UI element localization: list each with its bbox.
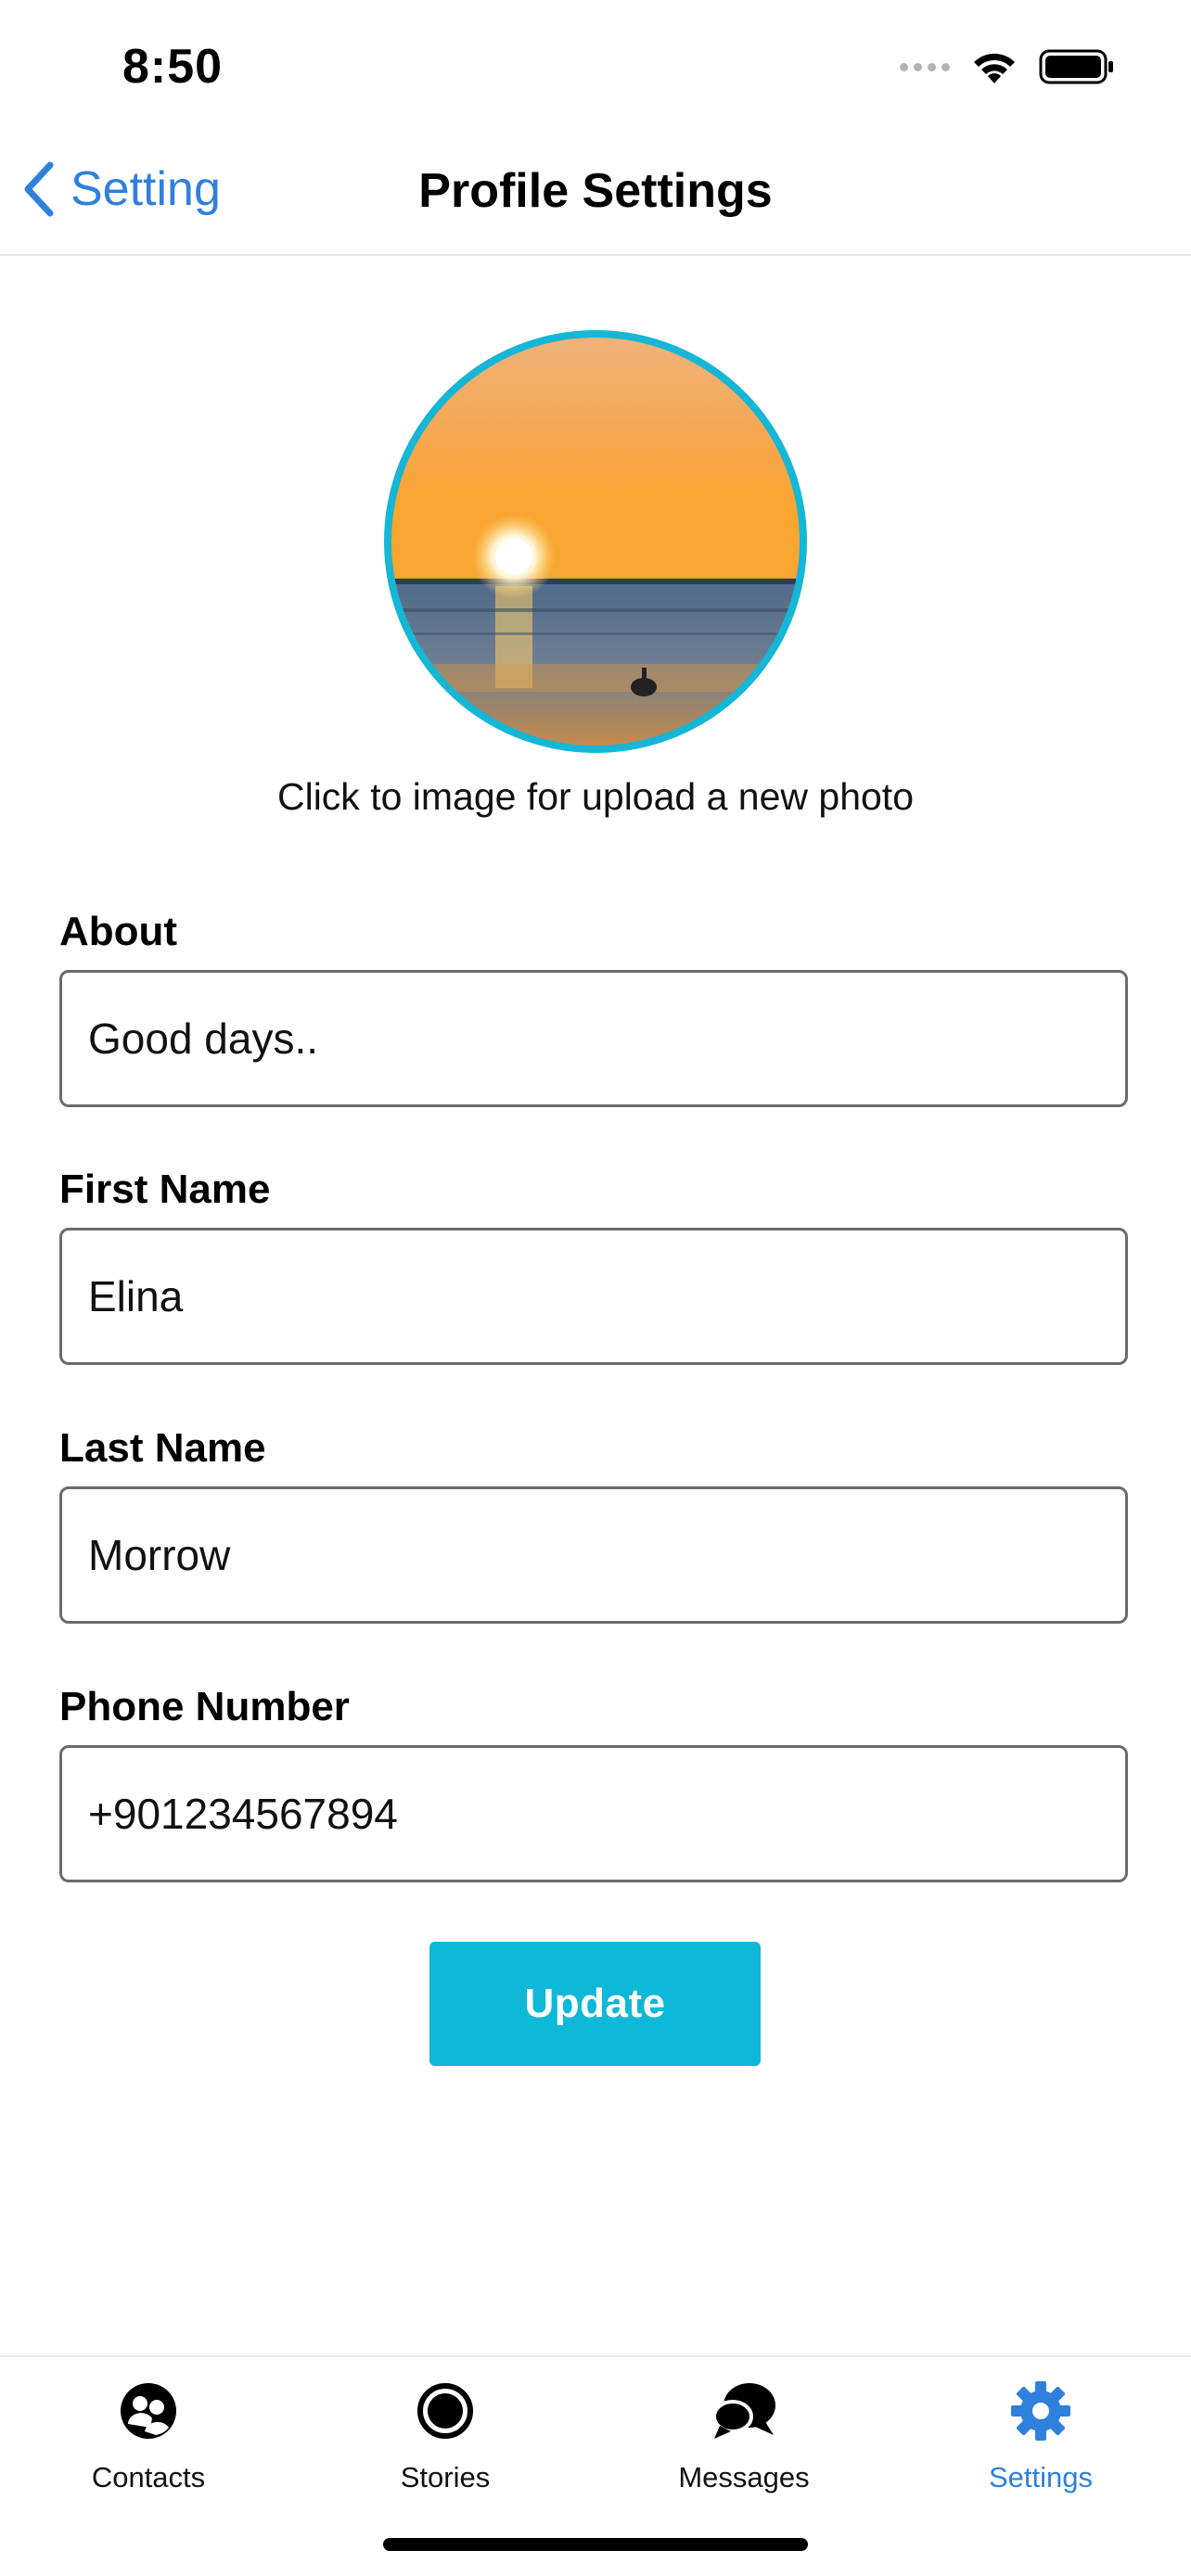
tab-settings[interactable]: Settings: [892, 2374, 1189, 2494]
last-name-input[interactable]: [88, 1489, 1090, 1621]
about-input[interactable]: [88, 973, 1090, 1104]
phone-number-label: Phone Number: [59, 1684, 350, 1729]
tab-messages-label: Messages: [678, 2461, 810, 2493]
navigation-bar: Setting Profile Settings: [0, 139, 1191, 256]
messages-icon: [712, 2383, 775, 2439]
first-name-input[interactable]: [88, 1231, 1090, 1362]
tab-settings-label: Settings: [988, 2461, 1093, 2493]
phone-number-field-box[interactable]: [59, 1745, 1128, 1882]
profile-photo-button[interactable]: [384, 330, 807, 753]
sunset-photo-image: [391, 338, 800, 746]
tab-stories-label: Stories: [400, 2461, 491, 2493]
contacts-icon: [121, 2383, 176, 2439]
about-label: About: [59, 909, 178, 954]
last-name-label: Last Name: [59, 1425, 266, 1471]
about-field-box[interactable]: [59, 970, 1128, 1107]
profile-settings-screen: 8:50 Setting Profile Settings Click to i…: [0, 0, 1191, 2576]
page-title: Profile Settings: [418, 164, 773, 218]
status-time: 8:50: [122, 40, 224, 94]
first-name-field-box[interactable]: [59, 1228, 1128, 1365]
stories-icon: [417, 2383, 473, 2439]
profile-photo: [391, 338, 800, 746]
home-indicator[interactable]: [383, 2538, 808, 2551]
tab-stories[interactable]: Stories: [297, 2374, 594, 2494]
phone-number-input[interactable]: [88, 1748, 1090, 1880]
tab-messages[interactable]: Messages: [596, 2374, 892, 2494]
upload-photo-hint: Click to image for upload a new photo: [276, 775, 914, 818]
battery-icon: [1039, 49, 1113, 84]
tab-contacts-label: Contacts: [91, 2461, 206, 2493]
tab-contacts[interactable]: Contacts: [0, 2374, 297, 2494]
cellular-signal-icon: [900, 62, 950, 71]
first-name-label: First Name: [59, 1167, 271, 1212]
update-button[interactable]: Update: [429, 1942, 761, 2066]
gear-icon: [1011, 2381, 1070, 2441]
status-indicators: [900, 48, 1115, 85]
wifi-icon: [974, 53, 1015, 83]
last-name-field-box[interactable]: [59, 1486, 1128, 1624]
